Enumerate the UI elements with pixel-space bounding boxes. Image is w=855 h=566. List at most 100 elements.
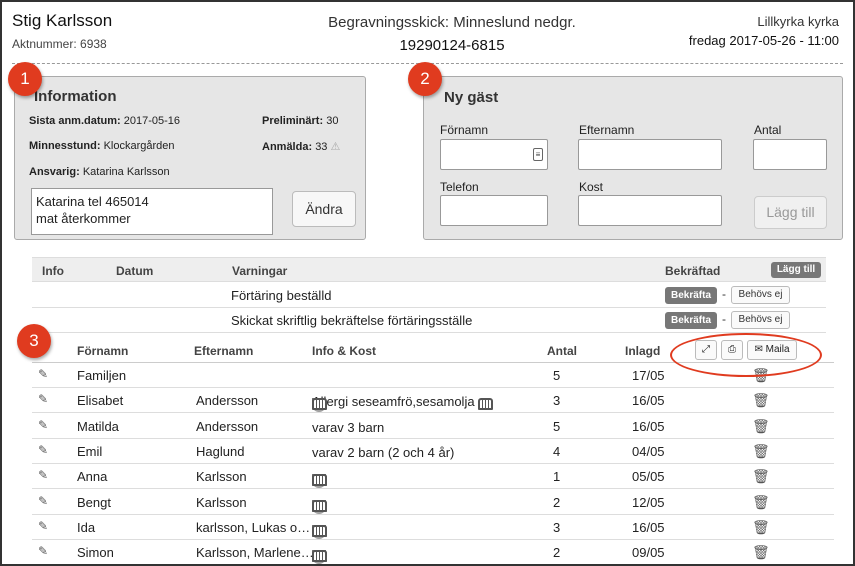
trash-icon[interactable]: 🗑 (752, 444, 770, 460)
guest-info-text: varav 3 barn (312, 419, 385, 435)
contact-card-icon[interactable]: ≡ (533, 148, 543, 161)
registered-count: Anmälda: 33 ⚠ (262, 141, 341, 153)
edit-icon[interactable]: ✎ (38, 495, 50, 507)
last-registration-date: Sista anm.datum: 2017-05-16 (29, 115, 181, 127)
edit-icon[interactable]: ✎ (38, 419, 50, 431)
callout-badge-1: 1 (8, 62, 42, 96)
table-row[interactable]: ✎ Elisabet Andersson Allergi seseamfrö,sesa… (32, 388, 834, 414)
trash-icon[interactable]: 🗑 (752, 495, 770, 511)
table-row[interactable]: ✎ Anna Karlsson 1 05/05 🗑 (32, 464, 834, 490)
guest-count: 5 (553, 368, 561, 383)
trash-icon[interactable]: 🗑 (752, 545, 770, 561)
guest-lastname: Andersson (196, 393, 259, 409)
ceremony-datetime: fredag 2017-05-26 - 11:00 (688, 33, 839, 48)
guest-count: 2 (553, 545, 561, 561)
warning-text: Skickat skriftlig bekräftelse förtärings… (231, 313, 473, 328)
phone-icon[interactable] (477, 398, 493, 411)
warning-row: Skickat skriftlig bekräftelse förtärings… (32, 308, 826, 333)
phone-icon[interactable] (312, 398, 327, 411)
guest-firstname: Familjen (77, 368, 127, 383)
guest-added-date: 16/05 (632, 519, 665, 535)
phone-label: Telefon (440, 180, 479, 194)
guest-lastname: Haglund (196, 443, 245, 459)
guest-count: 4 (553, 443, 561, 459)
preliminary-count: Preliminärt: 30 (262, 115, 339, 127)
col-lastname: Efternamn (194, 344, 254, 358)
guest-info-text: Allergi seseamfrö,sesamolja (312, 394, 475, 410)
phone-icon[interactable] (312, 499, 327, 512)
col-confirmed: Bekräftad (665, 264, 721, 278)
col-date: Datum (116, 264, 154, 278)
guest-firstname: Bengt (77, 494, 111, 510)
diet-label: Kost (579, 180, 604, 194)
deceased-name: Stig Karlsson (12, 11, 113, 30)
lastname-input[interactable] (578, 139, 722, 170)
edit-icon[interactable]: ✎ (38, 368, 50, 380)
separator: - (722, 287, 726, 301)
col-firstname: Förnamn (77, 344, 129, 358)
not-needed-button[interactable]: Behövs ej (731, 286, 790, 304)
guest-count: 3 (553, 393, 561, 409)
responsible-person: Ansvarig: Katarina Karlsson (29, 166, 170, 178)
church-name: Lillkyrka kyrka (757, 14, 839, 29)
guest-added-date: 09/05 (632, 545, 665, 561)
diet-input[interactable] (578, 195, 722, 226)
callout-badge-3: 3 (17, 324, 51, 358)
table-row[interactable]: ✎ Ida karlsson, Lukas o… 3 16/05 🗑 (32, 515, 834, 540)
guest-info: varav 3 barn (312, 419, 384, 435)
guest-added-date: 04/05 (632, 443, 665, 459)
guest-lastname: Andersson (196, 418, 259, 434)
edit-icon[interactable]: ✎ (38, 469, 50, 481)
trash-icon[interactable]: 🗑 (752, 469, 770, 485)
edit-icon[interactable]: ✎ (38, 520, 50, 532)
count-input[interactable] (753, 139, 827, 170)
guest-firstname: Matilda (77, 418, 119, 434)
col-count: Antal (547, 344, 577, 358)
memorial-location: Minnesstund: Klockargården (29, 140, 175, 152)
notes-textarea[interactable]: Katarina tel 465014 mat återkommer (31, 188, 273, 235)
firstname-label: Förnamn (440, 123, 489, 137)
trash-icon[interactable]: 🗑 (752, 520, 770, 536)
col-warnings: Varningar (232, 264, 288, 278)
guest-added-date: 17/05 (632, 368, 665, 383)
confirm-button[interactable]: Bekräfta (665, 312, 717, 329)
information-panel: Information Sista anm.datum: 2017-05-16 … (14, 76, 366, 240)
change-button[interactable]: Ändra (292, 191, 356, 227)
guest-count: 2 (553, 494, 561, 510)
guest-firstname: Elisabet (77, 393, 124, 409)
trash-icon[interactable]: 🗑 (752, 393, 770, 409)
guest-info-text: varav 2 barn (2 och 4 år) (312, 444, 455, 460)
warnings-header: Info Datum Varningar Bekräftad Lägg till (32, 257, 826, 282)
table-row[interactable]: ✎ Emil Haglund varav 2 barn (2 och 4 år) 4 04… (32, 439, 834, 464)
guest-lastname: karlsson, Lukas o… (196, 519, 311, 535)
edit-icon[interactable]: ✎ (38, 545, 50, 557)
guest-lastname: Karlsson (196, 469, 247, 485)
table-row[interactable]: ✎ Matilda Andersson varav 3 barn 5 16/05 🗑 (32, 414, 834, 439)
phone-icon[interactable] (312, 474, 327, 487)
add-guest-button[interactable]: Lägg till (754, 196, 827, 229)
edit-icon[interactable]: ✎ (38, 444, 50, 456)
trash-icon[interactable]: 🗑 (752, 419, 770, 435)
information-title: Information (34, 88, 117, 105)
guest-lastname: Karlsson, Marlene… (196, 545, 314, 561)
callout-badge-2: 2 (408, 62, 442, 96)
edit-icon[interactable]: ✎ (38, 393, 50, 405)
table-row[interactable]: ✎ Bengt Karlsson 2 12/05 🗑 (32, 490, 834, 515)
guest-count: 1 (553, 469, 561, 485)
guest-firstname: Ida (77, 519, 96, 535)
guest-info: Allergi seseamfrö,sesamolja (312, 393, 493, 413)
phone-input[interactable] (440, 195, 548, 226)
table-row[interactable]: ✎ Simon Karlsson, Marlene… 2 09/05 🗑 (32, 540, 834, 564)
add-warning-button[interactable]: Lägg till (771, 262, 821, 278)
guest-count: 5 (553, 418, 561, 434)
phone-icon[interactable] (312, 550, 327, 563)
highlight-ellipse (670, 333, 822, 377)
guest-count: 3 (553, 519, 561, 535)
col-info: Info (42, 264, 64, 278)
confirm-button[interactable]: Bekräfta (665, 287, 717, 304)
phone-icon[interactable] (312, 524, 327, 537)
firstname-input[interactable]: ≡ (440, 139, 548, 170)
burial-type: Begravningsskick: Minneslund nedgr. (328, 14, 576, 31)
not-needed-button[interactable]: Behövs ej (731, 311, 790, 329)
guest-lastname: Karlsson (196, 494, 247, 510)
